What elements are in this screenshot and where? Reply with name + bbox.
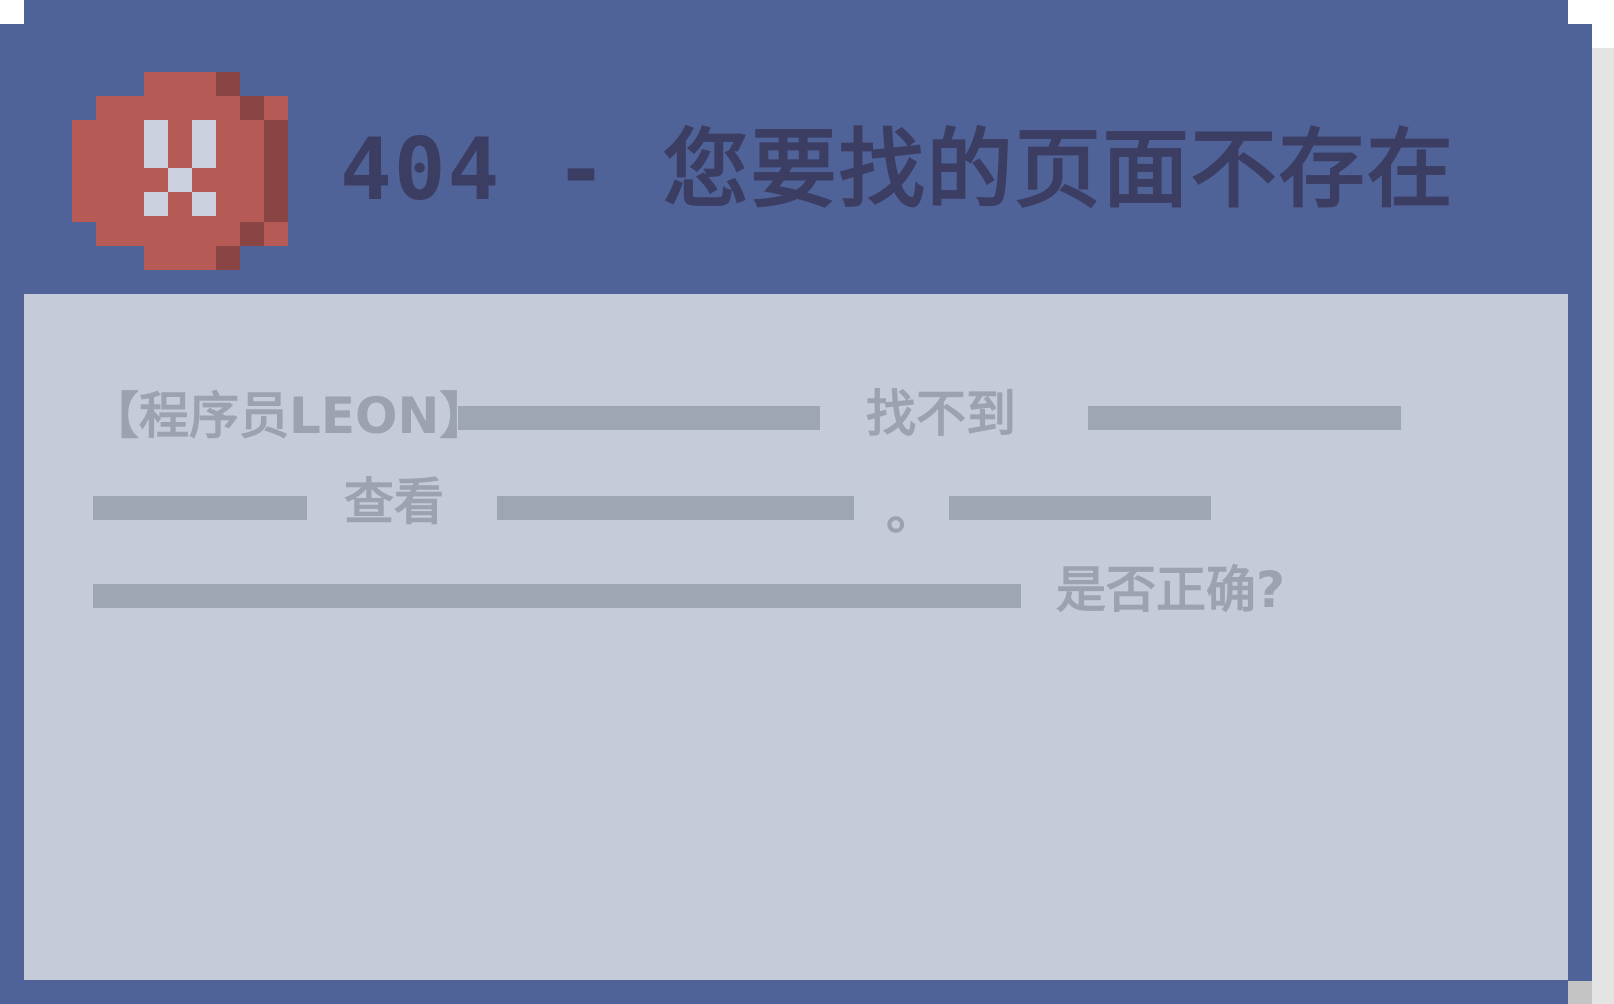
redacted-text — [497, 496, 854, 520]
dialog-titlebar: 404 - 您要找的页面不存在 — [0, 24, 1592, 294]
window-frame-top — [24, 0, 1568, 24]
message-word-view: 查看 — [344, 473, 444, 531]
redacted-text — [93, 496, 307, 520]
error-x-icon — [72, 72, 288, 270]
redacted-text — [949, 496, 1211, 520]
redacted-text — [93, 584, 1021, 608]
redacted-text — [458, 406, 820, 430]
dialog-title: 404 - 您要找的页面不存在 — [340, 120, 1455, 220]
message-panel: 【程序员LEON】 找不到 查看 。 是否正确? — [24, 294, 1568, 980]
speaker-label: 【程序员LEON】 — [89, 387, 490, 445]
message-period: 。 — [886, 483, 936, 541]
error-page: 404 - 您要找的页面不存在 【程序员LEON】 找不到 查看 。 是否正确? — [0, 0, 1614, 1004]
message-word-not-found: 找不到 — [866, 385, 1016, 443]
vertical-scrollbar[interactable] — [1592, 48, 1614, 1004]
scrollbar-corner — [1568, 981, 1592, 1004]
redacted-text — [1088, 406, 1401, 430]
message-question: 是否正确? — [1056, 561, 1286, 619]
